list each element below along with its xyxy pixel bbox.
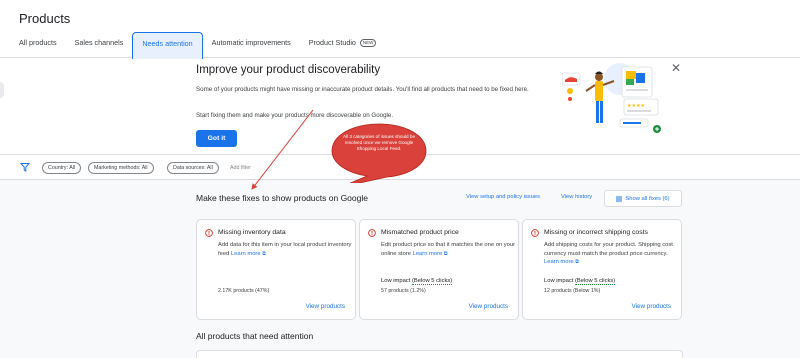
view-history-link[interactable]: View history (561, 194, 592, 200)
show-all-fixes-label: Show all fixes (6) (625, 195, 670, 202)
learn-more-link[interactable]: Learn more (413, 251, 443, 257)
impact-note[interactable]: (Below 5 clicks) (411, 278, 453, 285)
impact-level: Low impact (544, 278, 574, 284)
view-products-link[interactable]: View products (306, 303, 345, 310)
tab-product-studio[interactable]: Product Studio NEW (300, 32, 386, 58)
svg-text:★★★★: ★★★★ (627, 103, 645, 109)
annotation-callout (331, 123, 427, 183)
product-count: 57 products (1.2%) (381, 288, 426, 294)
annotation-text: All 3 categories of issues should be res… (342, 134, 415, 152)
view-products-link[interactable]: View products (469, 303, 508, 310)
fix-card-description: Edit product price so that it matches th… (381, 241, 516, 258)
impact-label: Low impact (Below 5 clicks) (544, 278, 616, 285)
open-in-new-icon[interactable]: ⧉ (262, 251, 266, 257)
promo-illustration: ★★★★ (562, 63, 661, 133)
show-all-fixes-button[interactable]: Show all fixes (6) (604, 190, 682, 207)
view-products-link[interactable]: View products (632, 303, 671, 310)
filter-chip-marketing-methods[interactable]: Marketing methods: All (88, 162, 154, 174)
filter-chip-country[interactable]: Country: All (42, 162, 82, 174)
tab-product-studio-label: Product Studio (308, 38, 356, 47)
product-count: 2.17K products (47%) (218, 288, 270, 294)
new-badge: NEW (359, 39, 377, 47)
tab-all-products[interactable]: All products (10, 32, 66, 58)
fix-card-title: Missing or incorrect shipping costs (544, 229, 648, 236)
promo-description: Some of your products might have missing… (196, 86, 529, 93)
fix-card-missing-inventory: Missing inventory data Add data for this… (196, 219, 356, 320)
top-bar: Products All products Sales channels Nee… (0, 0, 800, 59)
tab-bar: All products Sales channels Needs attent… (10, 32, 386, 59)
tab-sales-channels[interactable]: Sales channels (66, 32, 133, 58)
add-filter-input[interactable]: Add filter (230, 162, 251, 174)
fix-card-mismatched-price: Mismatched product price Edit product pr… (359, 219, 519, 320)
fix-card-description: Add shipping costs for your product. Shi… (544, 241, 679, 267)
fix-card-title: Mismatched product price (381, 229, 459, 236)
fix-card-shipping-costs: Missing or incorrect shipping costs Add … (522, 219, 682, 320)
page-title: Products (19, 11, 71, 26)
open-in-new-icon[interactable]: ⧉ (575, 259, 579, 265)
list-icon (616, 196, 623, 201)
promo-description-secondary: Start fixing them and make your products… (196, 112, 394, 119)
got-it-button[interactable]: Got it (196, 130, 237, 147)
promo-title: Improve your product discoverability (196, 64, 381, 76)
fix-card-description-text: Add shipping costs for your product. Shi… (544, 242, 673, 257)
products-table (196, 350, 683, 358)
fixes-section-title: Make these fixes to show products on Goo… (196, 193, 368, 203)
tab-needs-attention[interactable]: Needs attention (132, 32, 203, 59)
error-icon (368, 229, 376, 237)
error-icon (205, 229, 213, 237)
impact-level: Low impact (381, 278, 411, 284)
filter-chip-data-sources[interactable]: Data sources: All (167, 162, 219, 174)
fix-card-description: Add data for this item in your local pro… (218, 241, 353, 258)
filter-icon[interactable] (20, 162, 30, 172)
close-icon[interactable]: ✕ (671, 61, 681, 75)
impact-note[interactable]: (Below 5 clicks) (574, 278, 616, 285)
learn-more-link[interactable]: Learn more (231, 251, 261, 257)
error-icon (531, 229, 539, 237)
impact-label: Low impact (Below 5 clicks) (381, 278, 453, 285)
fix-card-title: Missing inventory data (218, 229, 286, 236)
learn-more-link[interactable]: Learn more (544, 259, 574, 265)
product-count: 12 products (Below 1%) (544, 288, 601, 294)
open-in-new-icon[interactable]: ⧉ (444, 251, 448, 257)
all-attention-title: All products that need attention (196, 331, 314, 341)
view-setup-policy-link[interactable]: View setup and policy issues (466, 194, 540, 200)
fix-card-description-text: Edit product price so that it matches th… (381, 242, 516, 257)
tab-automatic-improvements[interactable]: Automatic improvements (203, 32, 300, 58)
